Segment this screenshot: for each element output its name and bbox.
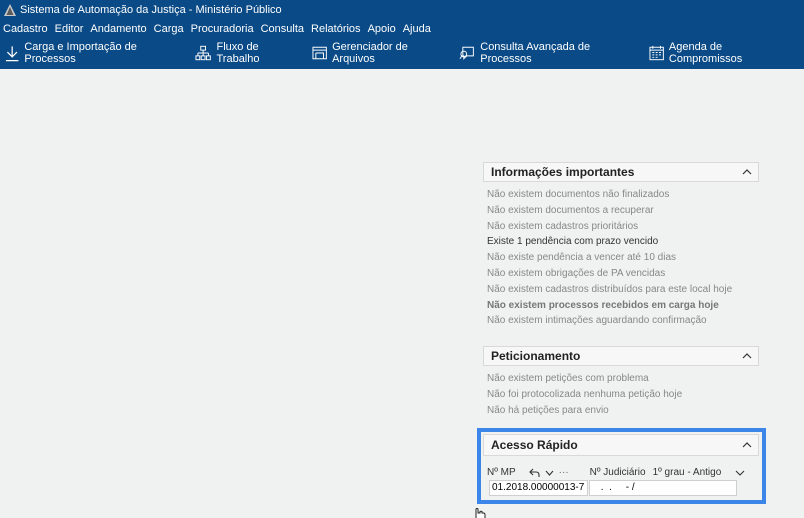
grau-select[interactable]: 1º grau - Antigo xyxy=(653,467,722,478)
agenda-compromissos-button[interactable]: Agenda de Compromissos xyxy=(649,41,793,65)
toolbar: Carga e Importação de Processos Fluxo de… xyxy=(0,37,804,69)
menu-editor[interactable]: Editor xyxy=(55,23,84,35)
app-logo-icon xyxy=(4,4,16,16)
carga-importacao-label: Carga e Importação de Processos xyxy=(24,41,137,65)
undo-icon[interactable] xyxy=(528,468,540,478)
acesso-rapido-panel: Acesso Rápido Nº MP ··· Nº Judiciário 1º… xyxy=(483,434,759,496)
peticionamento-panel-title: Peticionamento xyxy=(491,349,581,363)
info-panel-header[interactable]: Informações importantes xyxy=(483,162,759,182)
acesso-rapido-title: Acesso Rápido xyxy=(491,438,578,452)
menu-bar: Cadastro Editor Andamento Carga Procurad… xyxy=(0,20,804,37)
peticionamento-item: Não foi protocolizada nenhuma petição ho… xyxy=(487,388,683,400)
info-item: Não existem cadastros prioritários xyxy=(487,220,639,232)
file-manager-icon xyxy=(312,46,327,60)
info-panel-title: Informações importantes xyxy=(491,165,635,179)
menu-procuradoria[interactable]: Procuradoria xyxy=(191,23,254,35)
menu-consulta[interactable]: Consulta xyxy=(261,23,304,35)
calendar-icon xyxy=(649,45,664,61)
fluxo-trabalho-label: Fluxo de Trabalho xyxy=(216,41,260,65)
hand-cursor-icon xyxy=(475,508,486,518)
consulta-avancada-label: Consulta Avançada de Processos xyxy=(480,41,591,65)
info-item: Não existe pendência a vencer até 10 dia… xyxy=(487,252,677,264)
chevron-down-icon[interactable] xyxy=(545,470,554,476)
title-bar: Sistema de Automação da Justiça - Minist… xyxy=(0,0,804,20)
menu-ajuda[interactable]: Ajuda xyxy=(403,23,431,35)
gerenciador-arquivos-button[interactable]: Gerenciador de Arquivos xyxy=(312,41,448,65)
agenda-compromissos-label: Agenda de Compromissos xyxy=(668,41,743,65)
menu-cadastro[interactable]: Cadastro xyxy=(3,23,48,35)
fluxo-trabalho-button[interactable]: Fluxo de Trabalho xyxy=(195,41,301,65)
info-item: Não existem intimações aguardando confir… xyxy=(487,315,707,327)
gerenciador-arquivos-label: Gerenciador de Arquivos xyxy=(332,41,408,65)
peticionamento-item: Não existem petições com problema xyxy=(487,373,649,384)
judiciario-label: Nº Judiciário xyxy=(589,467,646,478)
acesso-rapido-header[interactable]: Acesso Rápido xyxy=(483,434,759,456)
mp-label: Nº MP xyxy=(487,467,516,478)
chevron-up-icon[interactable] xyxy=(742,353,752,359)
more-options-button[interactable]: ··· xyxy=(559,467,569,478)
workflow-icon xyxy=(195,45,212,61)
judiciario-number-input[interactable]: . . - / xyxy=(589,480,737,496)
info-item: Não existem documentos a recuperar xyxy=(487,204,654,216)
carga-importacao-button[interactable]: Carga e Importação de Processos xyxy=(5,41,184,65)
window-title: Sistema de Automação da Justiça - Minist… xyxy=(20,4,282,16)
menu-apoio[interactable]: Apoio xyxy=(368,23,396,35)
info-item: Não existem cadastros distribuídos para … xyxy=(487,283,733,295)
info-item: Não existem obrigações de PA vencidas xyxy=(487,267,666,279)
info-item: Não existem processos recebidos em carga… xyxy=(487,299,719,311)
download-icon xyxy=(5,45,19,61)
chevron-up-icon[interactable] xyxy=(742,442,752,448)
search-chat-icon xyxy=(459,46,474,60)
menu-relatorios[interactable]: Relatórios xyxy=(311,23,361,35)
consulta-avancada-button[interactable]: Consulta Avançada de Processos xyxy=(459,41,638,65)
peticionamento-panel-header[interactable]: Peticionamento xyxy=(483,346,759,366)
peticionamento-item: Não há petições para envio xyxy=(487,404,609,416)
chevron-down-icon[interactable] xyxy=(735,470,745,476)
info-panel: Informações importantes Não existem docu… xyxy=(483,162,759,329)
peticionamento-panel: Peticionamento Não existem petições com … xyxy=(483,346,759,418)
info-item: Não existem documentos não finalizados xyxy=(487,189,670,200)
chevron-up-icon[interactable] xyxy=(742,169,752,175)
menu-andamento[interactable]: Andamento xyxy=(90,23,146,35)
mp-number-input[interactable]: 01.2018.00000013-7 xyxy=(489,480,588,496)
menu-carga[interactable]: Carga xyxy=(154,23,184,35)
info-item-link[interactable]: Existe 1 pendência com prazo vencido xyxy=(487,234,759,250)
